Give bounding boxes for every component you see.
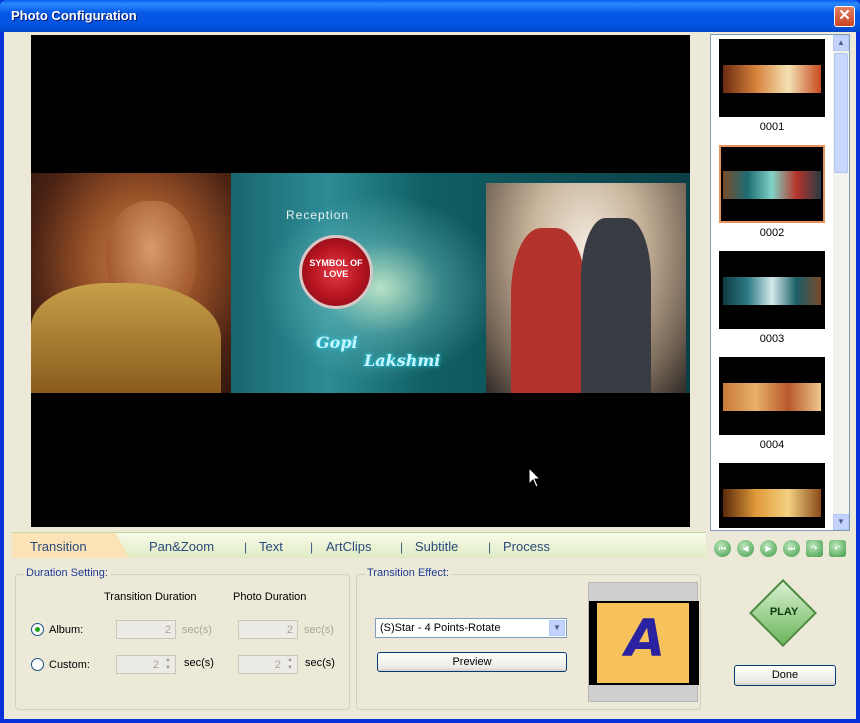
- thumbnail-item[interactable]: 0001: [719, 39, 825, 135]
- duration-setting-group: Duration Setting: Transition Duration Ph…: [15, 567, 350, 710]
- transition-effect-value: (S)Star - 4 Points-Rotate: [380, 622, 501, 634]
- thumbnail-item[interactable]: [719, 463, 825, 546]
- rotate-left-icon[interactable]: ↶: [829, 540, 846, 557]
- couple-groom: [581, 218, 651, 393]
- thumbnail-image[interactable]: [719, 145, 825, 223]
- album-photo-unit: sec(s): [304, 624, 334, 636]
- spin-up-icon[interactable]: ▲: [162, 656, 174, 664]
- custom-transition-unit: sec(s): [184, 657, 214, 669]
- custom-label: Custom:: [49, 659, 90, 671]
- play-label[interactable]: PLAY: [769, 606, 799, 618]
- custom-photo-value: 2: [274, 659, 281, 671]
- name-right: Lakshmi: [364, 351, 441, 370]
- album-label: Album:: [49, 624, 84, 636]
- custom-photo-unit: sec(s): [305, 657, 335, 669]
- name-left: Gopi: [316, 333, 358, 352]
- effect-preview-letter: A: [625, 609, 666, 669]
- mouse-pointer-icon: [528, 467, 542, 488]
- spin-buttons[interactable]: ▲ ▼: [162, 656, 174, 673]
- window-title: Photo Configuration: [11, 8, 137, 23]
- effect-preview-frame: A: [589, 601, 699, 685]
- thumbnail-scrollbar[interactable]: ▲ ▼: [833, 35, 849, 530]
- spin-down-icon[interactable]: ▼: [162, 664, 174, 672]
- effect-preview-card: A: [597, 603, 689, 683]
- spin-down-icon[interactable]: ▼: [284, 664, 296, 672]
- thumbnail-item-selected[interactable]: 0002: [719, 145, 825, 241]
- tab-bar: Transition Pan&Zoom | Text | ArtClips | …: [12, 532, 706, 559]
- tab-artclips[interactable]: ArtClips: [326, 539, 372, 554]
- next-icon[interactable]: ▶: [760, 540, 777, 557]
- transition-duration-header: Transition Duration: [104, 591, 197, 603]
- scroll-thumb[interactable]: [834, 53, 848, 173]
- thumbnail-label: 0003: [759, 333, 785, 345]
- spin-up-icon[interactable]: ▲: [284, 656, 296, 664]
- preview-button[interactable]: Preview: [377, 652, 567, 672]
- title-bar[interactable]: Photo Configuration ✕: [0, 0, 860, 32]
- thumbnail-label: 0002: [759, 227, 785, 239]
- reception-text: Reception: [286, 208, 350, 222]
- symbol-of-love-emblem: SYMBOL OF LOVE: [299, 235, 373, 309]
- previous-icon[interactable]: ◀: [737, 540, 754, 557]
- thumbnail-list[interactable]: 0001 0002 0003 0004 ▲ ▼: [710, 34, 850, 531]
- transition-effect-select[interactable]: (S)Star - 4 Points-Rotate ▼: [375, 618, 567, 638]
- photo-preview: Reception SYMBOL OF LOVE Gopi Lakshmi: [31, 35, 690, 527]
- close-icon: ✕: [838, 7, 851, 24]
- emblem-text: SYMBOL OF LOVE: [309, 258, 363, 279]
- custom-transition-duration-stepper[interactable]: 2 ▲ ▼: [116, 655, 176, 674]
- thumbnail-label: 0004: [759, 439, 785, 451]
- photo-duration-header: Photo Duration: [233, 591, 307, 603]
- bride-portrait: [31, 173, 231, 393]
- album-radio[interactable]: [31, 623, 44, 636]
- last-icon[interactable]: ⏭: [783, 540, 800, 557]
- effect-preview-box: A: [588, 582, 699, 702]
- chevron-down-icon[interactable]: ▼: [549, 620, 565, 636]
- scroll-up-arrow-icon[interactable]: ▲: [833, 35, 849, 51]
- album-page-image: Reception SYMBOL OF LOVE Gopi Lakshmi: [31, 173, 690, 393]
- client-area: Reception SYMBOL OF LOVE Gopi Lakshmi 00…: [4, 32, 856, 719]
- custom-transition-value: 2: [152, 659, 159, 671]
- transition-settings-panel: Duration Setting: Transition Duration Ph…: [12, 558, 706, 719]
- couple-bride: [511, 228, 586, 393]
- transition-effect-title: Transition Effect:: [365, 567, 451, 579]
- custom-radio[interactable]: [31, 658, 44, 671]
- tab-subtitle[interactable]: Subtitle: [415, 539, 458, 554]
- done-button[interactable]: Done: [734, 665, 836, 686]
- thumbnail-item[interactable]: 0004: [719, 357, 825, 453]
- album-transition-duration-field[interactable]: 2: [116, 620, 176, 639]
- thumbnail-image[interactable]: [719, 357, 825, 435]
- bride-sari: [31, 283, 221, 393]
- first-icon[interactable]: ⏮: [714, 540, 731, 557]
- scroll-down-arrow-icon[interactable]: ▼: [833, 514, 849, 530]
- tab-transition[interactable]: Transition: [12, 533, 130, 559]
- thumbnail-image[interactable]: [719, 39, 825, 117]
- rotate-right-icon[interactable]: ↷: [806, 540, 823, 557]
- album-transition-unit: sec(s): [182, 624, 212, 636]
- duration-setting-title: Duration Setting:: [24, 567, 110, 579]
- album-photo-duration-field[interactable]: 2: [238, 620, 298, 639]
- thumbnail-image[interactable]: [719, 251, 825, 329]
- thumbnail-label: 0001: [759, 121, 785, 133]
- custom-photo-duration-stepper[interactable]: 2 ▲ ▼: [238, 655, 298, 674]
- tab-process[interactable]: Process: [503, 539, 550, 554]
- thumbnail-item[interactable]: 0003: [719, 251, 825, 347]
- tab-text[interactable]: Text: [259, 539, 283, 554]
- photo-configuration-window: Photo Configuration ✕ Reception SYMBOL O…: [0, 0, 860, 723]
- close-button[interactable]: ✕: [834, 6, 855, 27]
- spin-buttons[interactable]: ▲ ▼: [284, 656, 296, 673]
- thumbnail-image[interactable]: [719, 463, 825, 528]
- tab-pan-zoom[interactable]: Pan&Zoom: [149, 539, 214, 554]
- couple-photo: [486, 183, 686, 393]
